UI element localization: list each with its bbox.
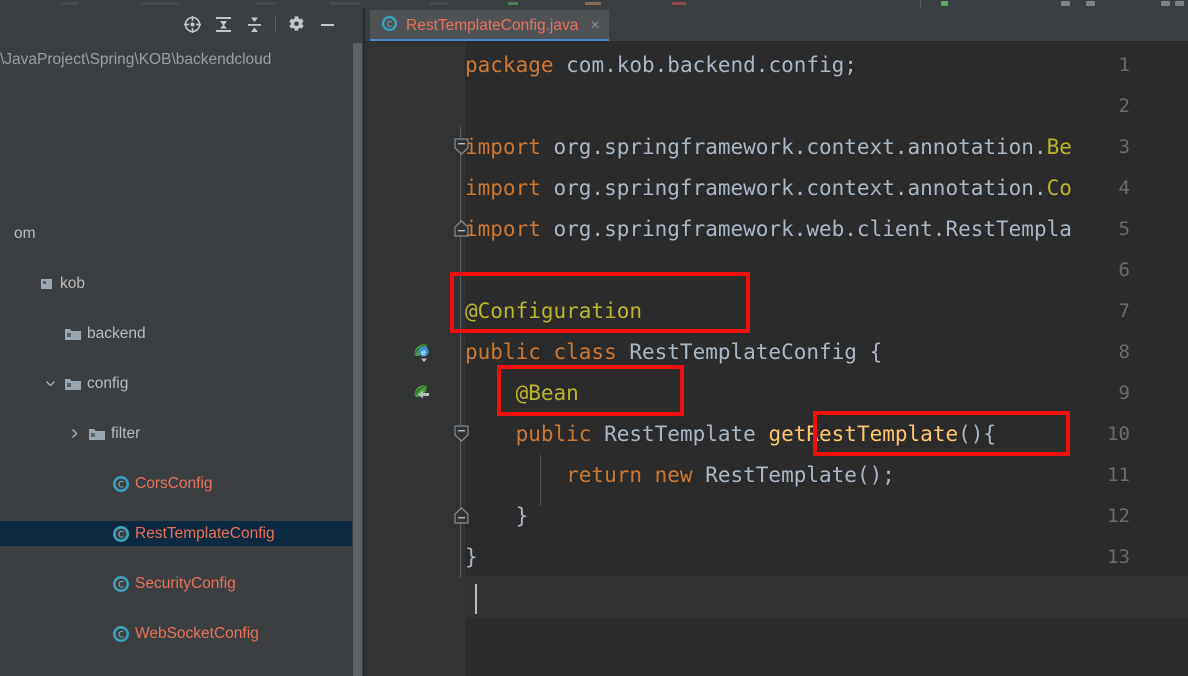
tree-item-corsconfig[interactable]: C CorsConfig bbox=[0, 471, 363, 496]
package-icon bbox=[40, 271, 54, 296]
locate-icon[interactable] bbox=[177, 8, 208, 41]
code-line: return new RestTemplate(); bbox=[465, 463, 895, 487]
class-icon: C bbox=[112, 571, 130, 596]
tree-item-label: filter bbox=[111, 425, 141, 442]
code-line: @Bean bbox=[465, 381, 579, 405]
tree-item-websocketconfig[interactable]: C WebSocketConfig bbox=[0, 621, 363, 646]
project-toolbar bbox=[0, 8, 363, 42]
tree-item-backend[interactable]: backend bbox=[0, 321, 363, 346]
tree-item-filter[interactable]: filter bbox=[0, 421, 363, 446]
toolbar-separator bbox=[275, 16, 276, 33]
project-tree-rows: om kob backend config filter C CorsConfig C Rest… bbox=[0, 221, 363, 676]
code-line: import org.springframework.context.annot… bbox=[465, 176, 1072, 200]
project-panel: \JavaProject\Spring\KOB\backendcloud om k… bbox=[0, 8, 363, 676]
class-icon: C bbox=[112, 521, 130, 546]
tree-item-config[interactable]: config bbox=[0, 371, 363, 396]
svg-text:e: e bbox=[421, 348, 426, 357]
project-tree[interactable]: \JavaProject\Spring\KOB\backendcloud om k… bbox=[0, 41, 363, 676]
code-line: import org.springframework.context.annot… bbox=[465, 135, 1072, 159]
code-line: } bbox=[465, 545, 478, 569]
text-caret bbox=[475, 584, 477, 614]
java-class-icon: C bbox=[381, 15, 398, 37]
chevron-down-icon[interactable] bbox=[44, 671, 57, 676]
tree-item-label: config bbox=[87, 375, 129, 392]
tree-item-label: consumer bbox=[87, 671, 155, 676]
code-line: public class RestTemplateConfig { bbox=[465, 340, 883, 364]
class-icon: C bbox=[112, 471, 130, 496]
minimize-icon[interactable] bbox=[312, 8, 343, 41]
chevron-right-icon[interactable] bbox=[68, 421, 81, 446]
svg-text:C: C bbox=[118, 579, 124, 589]
project-path-label: \JavaProject\Spring\KOB\backendcloud bbox=[0, 51, 272, 68]
folder-icon bbox=[64, 371, 82, 396]
spring-bean-navigate-gutter-icon[interactable] bbox=[411, 382, 433, 404]
tree-item-om[interactable]: om bbox=[0, 221, 363, 246]
project-scrollbar-track[interactable] bbox=[352, 41, 363, 676]
code-line: @Configuration bbox=[465, 299, 643, 323]
tree-item-label: RestTemplateConfig bbox=[135, 525, 275, 542]
ide-window: \JavaProject\Spring\KOB\backendcloud om k… bbox=[0, 0, 1188, 676]
editor-tabbar: C RestTemplateConfig.java × bbox=[365, 8, 1188, 42]
collapse-all-icon[interactable] bbox=[239, 8, 270, 41]
code-editor[interactable]: 1234567891011121314 e package com.kob.ba… bbox=[365, 41, 1188, 676]
code-line: import org.springframework.web.client.Re… bbox=[465, 217, 1072, 241]
editor-area: C RestTemplateConfig.java × 1 2 3 4 5 6 7 8 9 10 1… bbox=[365, 8, 1188, 676]
tree-item-consumer[interactable]: consumer bbox=[0, 671, 363, 676]
project-scrollbar-thumb[interactable] bbox=[353, 43, 362, 676]
code-lines: package com.kob.backend.config; import or… bbox=[465, 41, 1188, 676]
svg-text:C: C bbox=[118, 529, 124, 539]
tree-item-label: CorsConfig bbox=[135, 475, 213, 492]
svg-text:C: C bbox=[118, 479, 124, 489]
tab-label: RestTemplateConfig.java bbox=[406, 16, 579, 34]
class-icon: C bbox=[112, 621, 130, 646]
tree-item-securityconfig[interactable]: C SecurityConfig bbox=[0, 571, 363, 596]
gear-icon[interactable] bbox=[281, 8, 312, 41]
tree-item-label: SecurityConfig bbox=[135, 575, 236, 592]
code-line: package com.kob.backend.config; bbox=[465, 53, 857, 77]
tree-item-label: WebSocketConfig bbox=[135, 625, 259, 642]
spring-bean-gutter-icon[interactable]: e bbox=[411, 341, 433, 363]
folder-icon bbox=[64, 671, 82, 676]
tree-item-kob[interactable]: kob bbox=[0, 271, 363, 296]
close-icon[interactable]: × bbox=[590, 17, 599, 34]
tab-resttemplateconfig[interactable]: C RestTemplateConfig.java × bbox=[370, 10, 609, 41]
code-line: public RestTemplate getRestTemplate(){ bbox=[465, 422, 997, 446]
svg-text:C: C bbox=[387, 20, 393, 29]
tree-item-label: kob bbox=[60, 275, 85, 292]
svg-text:C: C bbox=[118, 629, 124, 639]
tree-item-label: backend bbox=[87, 325, 146, 342]
folder-icon bbox=[88, 421, 106, 446]
folder-icon bbox=[64, 321, 82, 346]
code-line: } bbox=[465, 504, 529, 528]
tree-item-label: om bbox=[14, 225, 36, 242]
expand-all-icon[interactable] bbox=[208, 8, 239, 41]
chevron-down-icon[interactable] bbox=[44, 371, 57, 396]
tree-item-resttemplateconfig[interactable]: C RestTemplateConfig bbox=[0, 521, 363, 546]
